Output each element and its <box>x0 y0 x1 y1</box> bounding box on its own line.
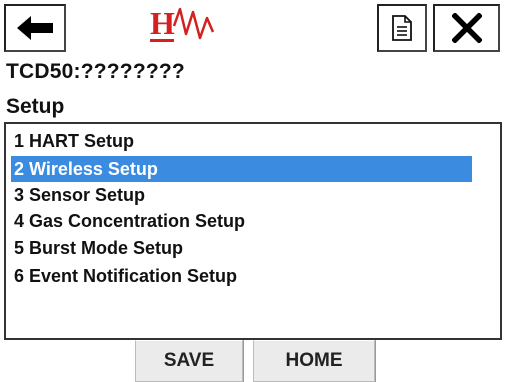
menu-item-event-notification-setup[interactable]: 6 Event Notification Setup <box>11 263 237 289</box>
menu-item-gas-concentration-setup[interactable]: 4 Gas Concentration Setup <box>11 208 245 234</box>
menu-item-label: 3 Sensor Setup <box>14 185 146 205</box>
menu-item-sensor-setup[interactable]: 3 Sensor Setup <box>11 182 145 208</box>
document-button[interactable] <box>377 4 427 52</box>
menu-item-wireless-setup[interactable]: 2 Wireless Setup <box>11 156 472 182</box>
logo-letter: H <box>150 5 175 41</box>
menu-item-label: 4 Gas Concentration Setup <box>14 211 246 231</box>
menu-item-label: 5 Burst Mode Setup <box>14 238 184 258</box>
back-button[interactable] <box>4 4 66 52</box>
hart-communicator-screen: H TCD50:???????? Setup 1 HART Setup 2 Wi… <box>0 0 507 382</box>
menu-item-hart-setup[interactable]: 1 HART Setup <box>11 128 134 154</box>
menu-item-burst-mode-setup[interactable]: 5 Burst Mode Setup <box>11 235 183 261</box>
save-button[interactable]: SAVE <box>135 340 243 382</box>
menu-item-label: 2 Wireless Setup <box>14 159 158 179</box>
menu-item-label: 1 HART Setup <box>14 131 135 151</box>
close-icon <box>451 13 482 43</box>
hart-logo: H <box>147 4 237 48</box>
home-button[interactable]: HOME <box>253 340 375 382</box>
setup-menu-list: 1 HART Setup 2 Wireless Setup 3 Sensor S… <box>4 122 502 340</box>
menu-title: Setup <box>6 95 65 118</box>
device-tag: TCD50:???????? <box>6 60 185 83</box>
back-arrow-icon <box>17 16 53 40</box>
document-icon <box>392 15 412 41</box>
menu-item-label: 6 Event Notification Setup <box>14 266 238 286</box>
close-button[interactable] <box>433 4 500 52</box>
